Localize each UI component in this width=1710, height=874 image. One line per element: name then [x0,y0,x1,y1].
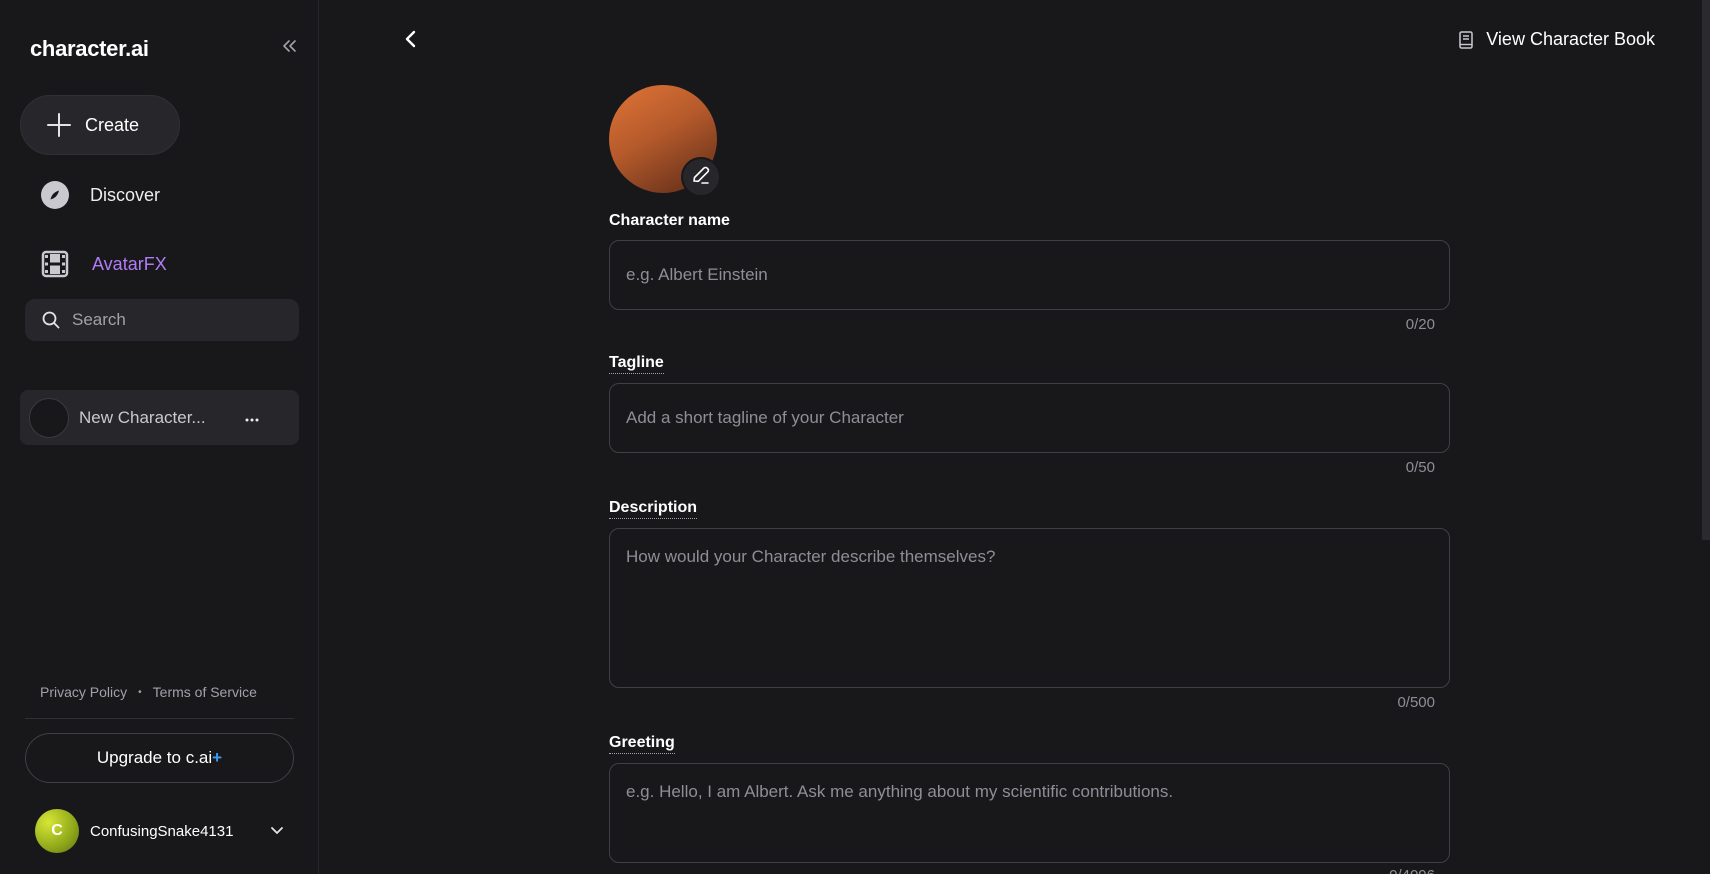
greeting-textarea[interactable] [609,763,1450,863]
upgrade-label: Upgrade to c.ai [96,748,213,767]
upgrade-button[interactable]: Upgrade to c.ai + [25,733,294,783]
sidebar-divider [25,718,294,719]
user-menu[interactable]: C ConfusingSnake4131 [35,809,295,853]
tagline-input[interactable] [609,383,1450,453]
chevron-down-icon [270,823,284,837]
tagline-counter: 0/50 [1405,459,1435,476]
terms-of-service-link[interactable]: Terms of Service [153,684,257,700]
greeting-counter: 0/4096 [1335,867,1435,874]
page-scrollbar[interactable] [1702,0,1710,540]
character-name-label: Character name [609,212,730,229]
greeting-label[interactable]: Greeting [609,734,675,754]
description-counter: 0/500 [1397,694,1435,711]
footer-links: Privacy Policy • Terms of Service [40,684,257,700]
character-name-input[interactable] [609,240,1450,310]
nav-item-discover[interactable]: Discover [40,178,160,212]
collapse-icon [281,40,297,57]
search-input[interactable] [72,310,272,330]
app-logo[interactable]: character.ai [30,36,149,62]
tagline-label[interactable]: Tagline [609,354,664,374]
chat-name: New Character... [79,407,206,427]
edit-avatar-button[interactable] [681,157,721,197]
more-icon[interactable] [245,409,259,427]
username: ConfusingSnake4131 [90,822,234,840]
footer-separator: • [138,686,142,698]
view-character-book-button[interactable]: View Character Book [1458,29,1655,50]
collapse-sidebar-button[interactable] [278,38,300,60]
create-button[interactable]: Create [20,95,180,155]
view-book-label: View Character Book [1486,29,1655,49]
create-label: Create [85,114,140,135]
nav-label-avatarfx: AvatarFX [92,253,167,274]
book-icon [1458,30,1474,49]
upgrade-plus: + [212,748,223,767]
nav-label-discover: Discover [90,184,161,205]
search-box [25,299,299,341]
back-button[interactable] [400,28,422,50]
plus-icon [45,111,73,139]
chat-list-item[interactable]: New Character... [20,390,299,445]
film-icon [40,249,70,279]
user-avatar: C [35,809,79,853]
description-textarea[interactable] [609,528,1450,688]
pencil-icon [690,164,712,191]
description-label[interactable]: Description [609,499,698,519]
search-icon [42,311,60,329]
chat-avatar [29,397,69,438]
nav-item-avatarfx[interactable]: AvatarFX [40,247,167,281]
back-arrow-icon [400,30,422,54]
sidebar: character.ai Create Discover AvatarFX Se… [0,0,319,874]
privacy-policy-link[interactable]: Privacy Policy [40,684,127,700]
character-name-counter: 0/20 [1405,316,1435,333]
compass-icon [40,180,70,210]
